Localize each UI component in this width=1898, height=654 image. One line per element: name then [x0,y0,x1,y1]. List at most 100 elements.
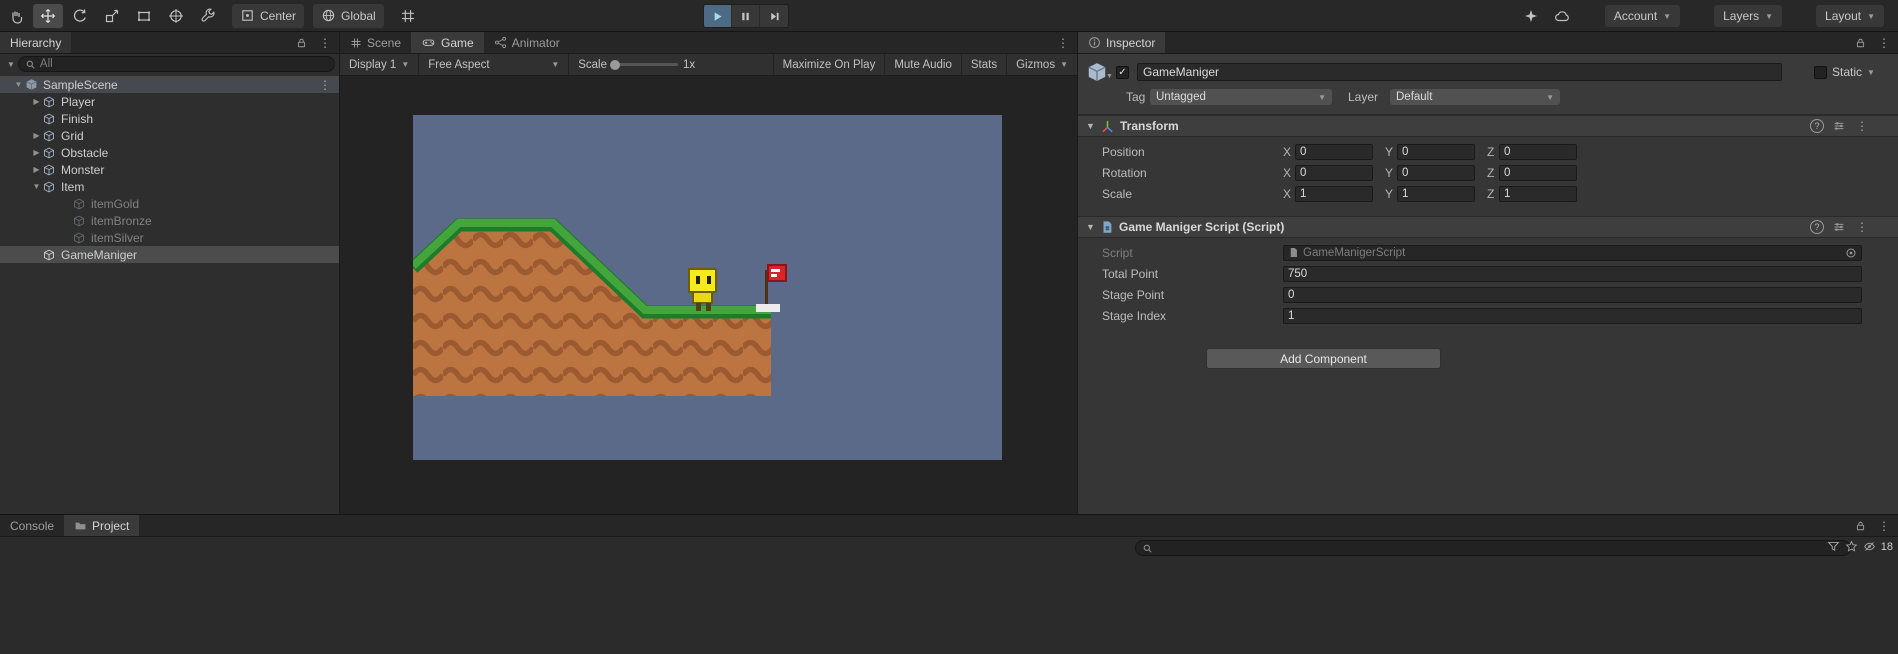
object-name-field[interactable] [1137,63,1782,81]
lock-icon[interactable] [1855,37,1866,49]
scene-options-icon[interactable]: ⋮ [319,79,331,91]
hierarchy-search-input[interactable] [39,58,328,70]
transform-header[interactable]: ▼ Transform ? ⋮ [1078,115,1898,137]
custom-tool-button[interactable] [193,4,223,28]
transform-tool-button[interactable] [161,4,191,28]
hierarchy-item-obstacle[interactable]: ▶ Obstacle [0,144,339,161]
foldout-expanded-icon[interactable]: ▼ [1086,121,1100,131]
scale-z-field[interactable] [1499,185,1577,202]
hierarchy-item-itemsilver[interactable]: itemSilver [0,229,339,246]
gizmos-dropdown[interactable]: Gizmos ▼ [1006,54,1077,75]
tab-project[interactable]: Project [64,515,140,536]
hierarchy-item-finish[interactable]: Finish [0,110,339,127]
play-button[interactable] [704,5,732,27]
scale-slider-knob[interactable] [610,59,621,70]
tab-console[interactable]: Console [0,515,64,536]
create-menu-chevron-icon[interactable]: ▼ [4,60,18,69]
maximize-on-play-toggle[interactable]: Maximize On Play [772,54,885,75]
active-checkbox[interactable]: ✓ [1116,65,1129,79]
hierarchy-item-gamemaniger[interactable]: GameManiger [0,246,339,263]
rotation-z-field[interactable] [1499,164,1577,181]
object-picker-icon[interactable] [1845,247,1857,259]
rect-tool-button[interactable] [129,4,159,28]
foldout-collapsed-icon[interactable]: ▶ [30,97,43,106]
position-z-field[interactable] [1499,143,1577,160]
tab-hierarchy[interactable]: Hierarchy [0,32,72,53]
position-x-field[interactable] [1295,143,1373,160]
rotation-x-field[interactable] [1295,164,1373,181]
tab-scene[interactable]: Scene [340,32,411,53]
layout-dropdown[interactable]: Layout ▼ [1816,5,1884,27]
scale-y-field[interactable] [1397,185,1475,202]
filter-by-type-icon[interactable] [1827,540,1840,553]
cloud-icon[interactable] [1553,8,1571,24]
rotate-tool-button[interactable] [65,4,95,28]
tag-dropdown[interactable]: Untagged ▼ [1150,89,1332,105]
position-y-field[interactable] [1397,143,1475,160]
project-content-area[interactable] [0,559,1898,654]
scale-tool-button[interactable] [97,4,127,28]
project-search[interactable] [1135,540,1851,556]
foldout-collapsed-icon[interactable]: ▶ [30,131,43,140]
scale-slider[interactable]: Scale 1x [569,54,704,75]
hierarchy-item-player[interactable]: ▶ Player [0,93,339,110]
rotation-y-field[interactable] [1397,164,1475,181]
favorites-star-icon[interactable] [1845,540,1858,553]
static-checkbox[interactable] [1814,65,1827,79]
project-search-input[interactable] [1157,542,1844,554]
grid-snap-button[interactable] [393,4,423,28]
hierarchy-item-itemgold[interactable]: itemGold [0,195,339,212]
foldout-collapsed-icon[interactable]: ▶ [30,148,43,157]
component-menu-icon[interactable]: ⋮ [1856,221,1868,233]
hierarchy-item-samplescene[interactable]: ▼ SampleScene ⋮ [0,76,339,93]
layer-dropdown[interactable]: Default ▼ [1390,89,1560,105]
pivot-toggle-button[interactable]: Center [232,3,305,28]
help-icon[interactable]: ? [1810,220,1824,234]
panel-menu-icon[interactable]: ⋮ [1057,37,1069,49]
mute-audio-toggle[interactable]: Mute Audio [884,54,961,75]
static-flags-chevron-icon[interactable]: ▼ [1867,68,1875,77]
foldout-expanded-icon[interactable]: ▼ [30,182,43,191]
stats-toggle[interactable]: Stats [960,54,1006,75]
tab-game[interactable]: Game [411,32,484,53]
pause-button[interactable] [732,5,760,27]
aspect-dropdown[interactable]: Free Aspect ▼ [419,54,570,75]
hierarchy-item-grid[interactable]: ▶ Grid [0,127,339,144]
hierarchy-item-item[interactable]: ▼ Item [0,178,339,195]
account-dropdown[interactable]: Account ▼ [1604,5,1681,27]
layers-dropdown[interactable]: Layers ▼ [1714,5,1783,27]
help-icon[interactable]: ? [1810,119,1824,133]
panel-menu-icon[interactable]: ⋮ [319,37,331,49]
tab-animator[interactable]: Animator [484,32,570,53]
hand-tool-button[interactable] [1,4,31,28]
hierarchy-item-itembronze[interactable]: itemBronze [0,212,339,229]
add-component-button[interactable]: Add Component [1206,348,1441,369]
lock-icon[interactable] [1855,520,1866,532]
foldout-expanded-icon[interactable]: ▼ [12,80,25,89]
hierarchy-item-monster[interactable]: ▶ Monster [0,161,339,178]
script-component-header[interactable]: ▼ Game Maniger Script (Script) ? ⋮ [1078,216,1898,238]
stage-point-field[interactable] [1283,286,1862,303]
presets-icon[interactable] [1832,220,1846,234]
gameobject-icon[interactable]: ▼ [1086,61,1116,83]
move-tool-button[interactable] [33,3,63,28]
panel-menu-icon[interactable]: ⋮ [1878,37,1890,49]
hidden-items-icon[interactable] [1863,540,1876,553]
foldout-collapsed-icon[interactable]: ▶ [30,165,43,174]
scale-x-field[interactable] [1295,185,1373,202]
total-point-field[interactable] [1283,265,1862,282]
static-toggle[interactable]: Static ▼ [1814,65,1875,79]
step-button[interactable] [760,5,788,27]
script-object-field[interactable]: GameManigerScript [1283,244,1862,261]
space-toggle-button[interactable]: Global [313,3,384,28]
display-dropdown[interactable]: Display 1 ▼ [340,54,420,75]
lock-icon[interactable] [296,37,307,49]
hierarchy-search[interactable] [17,56,335,72]
game-viewport[interactable] [413,115,1002,460]
stage-index-field[interactable] [1283,307,1862,324]
component-menu-icon[interactable]: ⋮ [1856,120,1868,132]
tab-inspector[interactable]: Inspector [1078,32,1166,53]
panel-menu-icon[interactable]: ⋮ [1878,520,1890,532]
scale-slider-track[interactable] [610,59,679,70]
foldout-expanded-icon[interactable]: ▼ [1086,222,1100,232]
